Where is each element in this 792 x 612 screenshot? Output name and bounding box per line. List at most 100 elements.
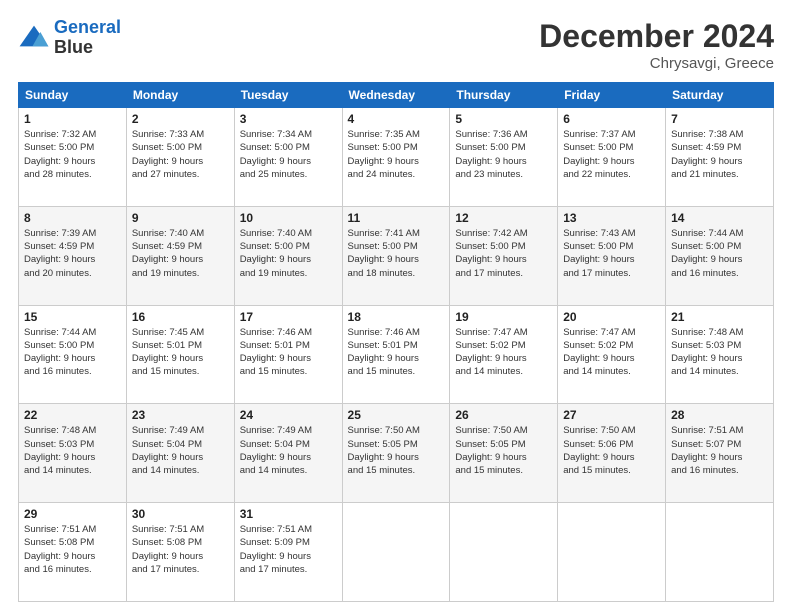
day-info: Sunrise: 7:48 AMSunset: 5:03 PMDaylight:… bbox=[24, 424, 121, 477]
calendar-cell: 17 Sunrise: 7:46 AMSunset: 5:01 PMDayligh… bbox=[234, 305, 342, 404]
calendar-cell: 23 Sunrise: 7:49 AMSunset: 5:04 PMDayligh… bbox=[126, 404, 234, 503]
calendar-week-row: 8Sunrise: 7:39 AMSunset: 4:59 PMDaylight… bbox=[19, 206, 774, 305]
day-info: Sunrise: 7:40 AMSunset: 4:59 PMDaylight:… bbox=[132, 227, 229, 280]
calendar-cell: 24Sunrise: 7:49 AMSunset: 5:04 PMDayligh… bbox=[234, 404, 342, 503]
day-info: Sunrise: 7:47 AMSunset: 5:02 PMDaylight:… bbox=[455, 326, 552, 379]
day-number: 20 bbox=[563, 310, 660, 324]
day-number: 3 bbox=[240, 112, 337, 126]
calendar-cell: 9 Sunrise: 7:40 AMSunset: 4:59 PMDaylight… bbox=[126, 206, 234, 305]
day-number: 7 bbox=[671, 112, 768, 126]
calendar-cell: 20 Sunrise: 7:47 AMSunset: 5:02 PMDayligh… bbox=[558, 305, 666, 404]
day-info: Sunrise: 7:46 AMSunset: 5:01 PMDaylight:… bbox=[348, 326, 445, 379]
calendar-cell: 16 Sunrise: 7:45 AMSunset: 5:01 PMDayligh… bbox=[126, 305, 234, 404]
calendar-cell: 6 Sunrise: 7:37 AMSunset: 5:00 PMDaylight… bbox=[558, 108, 666, 207]
calendar-cell: 31 Sunrise: 7:51 AMSunset: 5:09 PMDayligh… bbox=[234, 503, 342, 602]
day-info: Sunrise: 7:51 AMSunset: 5:08 PMDaylight:… bbox=[24, 523, 121, 576]
calendar-cell: 10 Sunrise: 7:40 AMSunset: 5:00 PMDayligh… bbox=[234, 206, 342, 305]
day-info: Sunrise: 7:51 AMSunset: 5:07 PMDaylight:… bbox=[671, 424, 768, 477]
location: Chrysavgi, Greece bbox=[539, 55, 774, 72]
day-info: Sunrise: 7:48 AMSunset: 5:03 PMDaylight:… bbox=[671, 326, 768, 379]
calendar-cell: 21 Sunrise: 7:48 AMSunset: 5:03 PMDayligh… bbox=[666, 305, 774, 404]
day-number: 14 bbox=[671, 211, 768, 225]
day-number: 26 bbox=[455, 408, 552, 422]
day-info: Sunrise: 7:51 AMSunset: 5:09 PMDaylight:… bbox=[240, 523, 337, 576]
calendar-cell: 1 Sunrise: 7:32 AMSunset: 5:00 PMDaylight… bbox=[19, 108, 127, 207]
day-number: 18 bbox=[348, 310, 445, 324]
logo-line2: Blue bbox=[54, 38, 121, 58]
calendar-cell: 30 Sunrise: 7:51 AMSunset: 5:08 PMDayligh… bbox=[126, 503, 234, 602]
calendar-cell: 14 Sunrise: 7:44 AMSunset: 5:00 PMDayligh… bbox=[666, 206, 774, 305]
calendar-cell: 11 Sunrise: 7:41 AMSunset: 5:00 PMDayligh… bbox=[342, 206, 450, 305]
calendar-week-row: 22Sunrise: 7:48 AMSunset: 5:03 PMDayligh… bbox=[19, 404, 774, 503]
day-number: 25 bbox=[348, 408, 445, 422]
day-number: 11 bbox=[348, 211, 445, 225]
day-number: 16 bbox=[132, 310, 229, 324]
logo: General Blue bbox=[18, 18, 121, 58]
calendar-cell: 28 Sunrise: 7:51 AMSunset: 5:07 PMDayligh… bbox=[666, 404, 774, 503]
day-number: 30 bbox=[132, 507, 229, 521]
calendar-cell: 22Sunrise: 7:48 AMSunset: 5:03 PMDayligh… bbox=[19, 404, 127, 503]
calendar: SundayMondayTuesdayWednesdayThursdayFrid… bbox=[18, 82, 774, 602]
day-number: 10 bbox=[240, 211, 337, 225]
day-info: Sunrise: 7:47 AMSunset: 5:02 PMDaylight:… bbox=[563, 326, 660, 379]
header: General Blue December 2024 Chrysavgi, Gr… bbox=[18, 18, 774, 72]
calendar-cell bbox=[342, 503, 450, 602]
day-number: 9 bbox=[132, 211, 229, 225]
day-info: Sunrise: 7:46 AMSunset: 5:01 PMDaylight:… bbox=[240, 326, 337, 379]
day-number: 24 bbox=[240, 408, 337, 422]
day-info: Sunrise: 7:50 AMSunset: 5:05 PMDaylight:… bbox=[455, 424, 552, 477]
logo-line1: General bbox=[54, 17, 121, 37]
day-number: 27 bbox=[563, 408, 660, 422]
day-number: 13 bbox=[563, 211, 660, 225]
day-number: 12 bbox=[455, 211, 552, 225]
calendar-cell: 27Sunrise: 7:50 AMSunset: 5:06 PMDayligh… bbox=[558, 404, 666, 503]
day-info: Sunrise: 7:51 AMSunset: 5:08 PMDaylight:… bbox=[132, 523, 229, 576]
calendar-cell: 13 Sunrise: 7:43 AMSunset: 5:00 PMDayligh… bbox=[558, 206, 666, 305]
day-number: 31 bbox=[240, 507, 337, 521]
weekday-header: Saturday bbox=[666, 83, 774, 108]
day-info: Sunrise: 7:44 AMSunset: 5:00 PMDaylight:… bbox=[671, 227, 768, 280]
page: General Blue December 2024 Chrysavgi, Gr… bbox=[0, 0, 792, 612]
day-info: Sunrise: 7:42 AMSunset: 5:00 PMDaylight:… bbox=[455, 227, 552, 280]
day-info: Sunrise: 7:49 AMSunset: 5:04 PMDaylight:… bbox=[132, 424, 229, 477]
day-info: Sunrise: 7:36 AMSunset: 5:00 PMDaylight:… bbox=[455, 128, 552, 181]
day-info: Sunrise: 7:34 AMSunset: 5:00 PMDaylight:… bbox=[240, 128, 337, 181]
day-number: 17 bbox=[240, 310, 337, 324]
day-number: 1 bbox=[24, 112, 121, 126]
day-number: 28 bbox=[671, 408, 768, 422]
day-number: 23 bbox=[132, 408, 229, 422]
calendar-cell: 8Sunrise: 7:39 AMSunset: 4:59 PMDaylight… bbox=[19, 206, 127, 305]
calendar-cell: 29 Sunrise: 7:51 AMSunset: 5:08 PMDayligh… bbox=[19, 503, 127, 602]
calendar-week-row: 29 Sunrise: 7:51 AMSunset: 5:08 PMDayligh… bbox=[19, 503, 774, 602]
calendar-cell: 3 Sunrise: 7:34 AMSunset: 5:00 PMDaylight… bbox=[234, 108, 342, 207]
day-info: Sunrise: 7:33 AMSunset: 5:00 PMDaylight:… bbox=[132, 128, 229, 181]
day-info: Sunrise: 7:45 AMSunset: 5:01 PMDaylight:… bbox=[132, 326, 229, 379]
day-info: Sunrise: 7:32 AMSunset: 5:00 PMDaylight:… bbox=[24, 128, 121, 181]
day-number: 29 bbox=[24, 507, 121, 521]
calendar-week-row: 1 Sunrise: 7:32 AMSunset: 5:00 PMDaylight… bbox=[19, 108, 774, 207]
day-number: 15 bbox=[24, 310, 121, 324]
weekday-header: Wednesday bbox=[342, 83, 450, 108]
calendar-cell: 18 Sunrise: 7:46 AMSunset: 5:01 PMDayligh… bbox=[342, 305, 450, 404]
weekday-header: Friday bbox=[558, 83, 666, 108]
calendar-cell: 15 Sunrise: 7:44 AMSunset: 5:00 PMDayligh… bbox=[19, 305, 127, 404]
calendar-cell: 19Sunrise: 7:47 AMSunset: 5:02 PMDayligh… bbox=[450, 305, 558, 404]
day-info: Sunrise: 7:37 AMSunset: 5:00 PMDaylight:… bbox=[563, 128, 660, 181]
day-number: 6 bbox=[563, 112, 660, 126]
weekday-header: Thursday bbox=[450, 83, 558, 108]
day-number: 2 bbox=[132, 112, 229, 126]
calendar-cell: 25Sunrise: 7:50 AMSunset: 5:05 PMDayligh… bbox=[342, 404, 450, 503]
day-info: Sunrise: 7:43 AMSunset: 5:00 PMDaylight:… bbox=[563, 227, 660, 280]
day-info: Sunrise: 7:41 AMSunset: 5:00 PMDaylight:… bbox=[348, 227, 445, 280]
logo-text: General Blue bbox=[54, 18, 121, 58]
day-number: 8 bbox=[24, 211, 121, 225]
day-info: Sunrise: 7:44 AMSunset: 5:00 PMDaylight:… bbox=[24, 326, 121, 379]
day-number: 21 bbox=[671, 310, 768, 324]
title-block: December 2024 Chrysavgi, Greece bbox=[539, 18, 774, 72]
calendar-cell bbox=[450, 503, 558, 602]
calendar-week-row: 15 Sunrise: 7:44 AMSunset: 5:00 PMDayligh… bbox=[19, 305, 774, 404]
day-number: 5 bbox=[455, 112, 552, 126]
day-info: Sunrise: 7:40 AMSunset: 5:00 PMDaylight:… bbox=[240, 227, 337, 280]
day-number: 4 bbox=[348, 112, 445, 126]
calendar-cell: 12 Sunrise: 7:42 AMSunset: 5:00 PMDayligh… bbox=[450, 206, 558, 305]
